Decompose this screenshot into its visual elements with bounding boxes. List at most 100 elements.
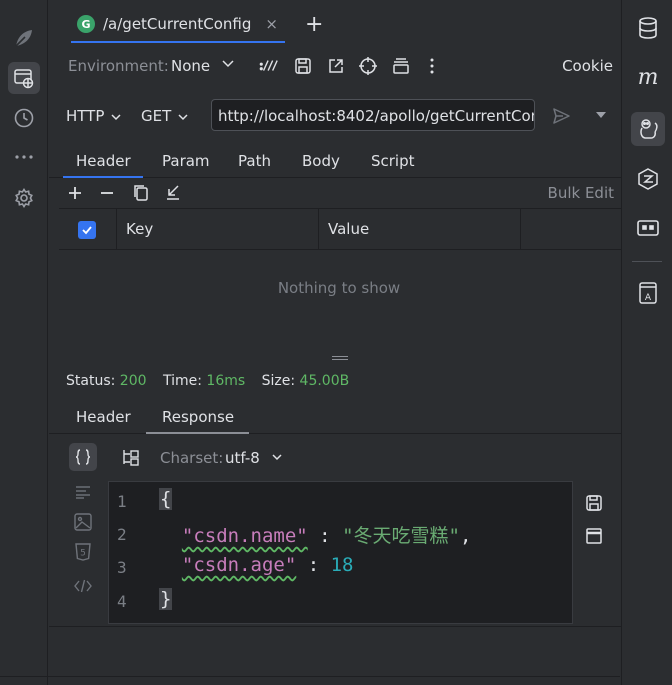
maven-m-icon[interactable]: m — [631, 61, 665, 95]
tab-body[interactable]: Body — [302, 152, 340, 170]
json-comma: , — [459, 525, 472, 547]
line-number: 3 — [117, 558, 127, 577]
column-divider — [318, 209, 319, 250]
bulk-edit-button[interactable]: Bulk Edit — [548, 184, 614, 202]
active-tab-indicator — [71, 41, 285, 43]
more-vertical-icon[interactable] — [422, 56, 442, 76]
svg-text:5: 5 — [80, 549, 86, 559]
chevron-down-icon — [178, 113, 188, 120]
tab-bar: G /a/getCurrentConfig × + — [49, 0, 621, 44]
time-label: Time: — [162, 373, 202, 389]
json-format-icon[interactable] — [69, 443, 97, 471]
dictionary-book-icon[interactable]: A — [631, 276, 665, 310]
column-header-value: Value — [328, 220, 370, 238]
header-toolbar: Bulk Edit — [49, 180, 621, 208]
json-number-value: 18 — [330, 554, 354, 576]
line-number-gutter: 1 2 3 4 — [109, 482, 155, 623]
export-icon[interactable] — [326, 56, 346, 76]
json-string-value: "冬天吃雪糕" — [342, 525, 460, 547]
send-icon[interactable] — [551, 106, 571, 126]
terminal-panel-icon[interactable] — [631, 211, 665, 245]
copy-icon[interactable] — [133, 184, 149, 202]
right-tool-rail: m A — [621, 0, 672, 685]
json-colon: : — [307, 525, 343, 547]
tab-param[interactable]: Param — [162, 152, 210, 170]
panel-splitter-handle[interactable] — [332, 356, 348, 360]
time-value: 16ms — [206, 373, 246, 389]
svg-text:A: A — [645, 293, 652, 303]
save-icon[interactable] — [293, 56, 313, 76]
more-dots-icon[interactable] — [8, 141, 40, 173]
send-options-caret-icon[interactable] — [595, 109, 607, 121]
json-close-brace: } — [159, 588, 173, 610]
environment-select[interactable]: None — [171, 57, 210, 75]
environment-bar: Environment: None Cookie — [49, 46, 621, 86]
json-open-brace: { — [159, 488, 173, 510]
chevron-down-icon[interactable] — [221, 55, 235, 73]
tab-path[interactable]: Path — [238, 152, 271, 170]
status-label: Status: — [66, 373, 116, 389]
image-view-icon[interactable] — [71, 510, 95, 534]
tab-response-body[interactable]: Response — [162, 408, 234, 426]
tab-title: /a/getCurrentConfig — [103, 15, 252, 33]
request-tabs: Header Param Path Body Script — [49, 146, 621, 178]
protocol-select[interactable]: HTTP — [66, 107, 122, 125]
tab-response-header[interactable]: Header — [76, 408, 131, 426]
divider — [49, 626, 621, 627]
tab-get-current-config[interactable]: G /a/getCurrentConfig × — [69, 8, 286, 40]
monkey-plugin-icon[interactable] — [631, 112, 665, 146]
text-view-icon[interactable] — [71, 480, 95, 504]
column-divider — [520, 209, 521, 250]
method-select[interactable]: GET — [141, 107, 189, 125]
close-icon[interactable]: × — [265, 15, 278, 33]
json-key: "csdn.name" — [181, 525, 308, 547]
size-value: 45.00B — [299, 373, 350, 389]
response-body-editor[interactable]: 1 2 3 4 { "csdn.name" : "冬天吃雪糕", "csdn.a… — [108, 481, 573, 624]
http-client-icon[interactable] — [8, 62, 40, 94]
column-header-key: Key — [126, 220, 154, 238]
charset-select[interactable]: utf-8 — [225, 449, 260, 467]
cookie-button[interactable]: Cookie — [562, 57, 613, 75]
active-response-tab-indicator — [146, 432, 249, 434]
json-colon: : — [296, 554, 331, 576]
header-table: Key Value — [59, 208, 621, 250]
viewer-toolbar: Charset: utf-8 — [49, 440, 621, 474]
line-number: 4 — [117, 592, 127, 611]
divider — [632, 261, 662, 262]
history-clock-icon[interactable] — [8, 102, 40, 134]
maximize-window-icon[interactable] — [585, 527, 603, 545]
request-bar: HTTP GET http://localhost:8402/apollo/ge… — [49, 96, 621, 136]
main-panel: G /a/getCurrentConfig × + Environment: N… — [49, 0, 621, 685]
response-tabs: Header Response — [49, 404, 621, 434]
save-response-icon[interactable] — [585, 494, 603, 512]
code-view-icon[interactable] — [71, 574, 95, 598]
column-divider — [116, 209, 117, 250]
tree-view-icon[interactable] — [121, 448, 141, 468]
settings-gear-icon[interactable] — [8, 182, 40, 214]
tab-script[interactable]: Script — [371, 152, 415, 170]
import-arrow-icon[interactable] — [165, 184, 181, 202]
url-input[interactable]: http://localhost:8402/apollo/getCurrentC… — [211, 99, 535, 131]
response-status-line: Status: 200 Time: 16ms Size: 45.00B — [66, 373, 361, 389]
active-request-tab-indicator — [63, 176, 143, 178]
html5-icon[interactable]: 5 — [71, 540, 95, 564]
target-icon[interactable] — [358, 56, 378, 76]
chevron-down-icon[interactable] — [271, 451, 283, 463]
archive-icon[interactable] — [391, 56, 411, 76]
database-icon[interactable] — [631, 11, 665, 45]
remove-icon[interactable] — [100, 186, 114, 200]
tab-header[interactable]: Header — [76, 152, 131, 170]
json-key: "csdn.age" — [181, 554, 297, 576]
status-code: 200 — [119, 373, 147, 389]
method-label: GET — [141, 107, 172, 125]
add-icon[interactable] — [68, 186, 82, 200]
environment-label: Environment: — [68, 57, 169, 75]
slashes-icon[interactable] — [259, 56, 279, 76]
leaf-icon[interactable] — [8, 22, 40, 54]
check-icon — [82, 226, 92, 235]
new-tab-icon[interactable]: + — [305, 12, 323, 37]
empty-state-text: Nothing to show — [277, 279, 401, 297]
spring-plugin-icon[interactable] — [631, 162, 665, 196]
select-all-checkbox[interactable] — [78, 221, 96, 239]
get-method-badge-icon: G — [77, 15, 95, 33]
